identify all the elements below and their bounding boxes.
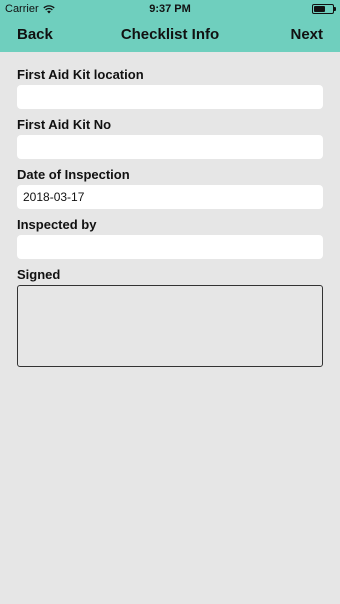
date-label: Date of Inspection [17, 167, 130, 182]
date-input[interactable] [17, 185, 323, 209]
signature-pad[interactable] [17, 285, 323, 367]
signed-label: Signed [17, 267, 61, 282]
battery-icon [312, 4, 336, 14]
status-time: 9:37 PM [149, 3, 191, 15]
checklist-form: First Aid Kit location First Aid Kit No … [17, 66, 323, 367]
battery-level [314, 6, 325, 12]
kit-no-label: First Aid Kit No [17, 117, 112, 132]
navigation-bar: Back Checklist Info Next [0, 18, 340, 52]
page-title: Checklist Info [120, 26, 220, 43]
inspected-by-input[interactable] [17, 235, 323, 259]
status-bar: Carrier 9:37 PM [0, 0, 340, 18]
location-input[interactable] [17, 85, 323, 109]
kit-no-input[interactable] [17, 135, 323, 159]
inspected-by-label: Inspected by [17, 217, 97, 232]
location-label: First Aid Kit location [17, 67, 144, 82]
next-button[interactable]: Next [290, 26, 323, 43]
